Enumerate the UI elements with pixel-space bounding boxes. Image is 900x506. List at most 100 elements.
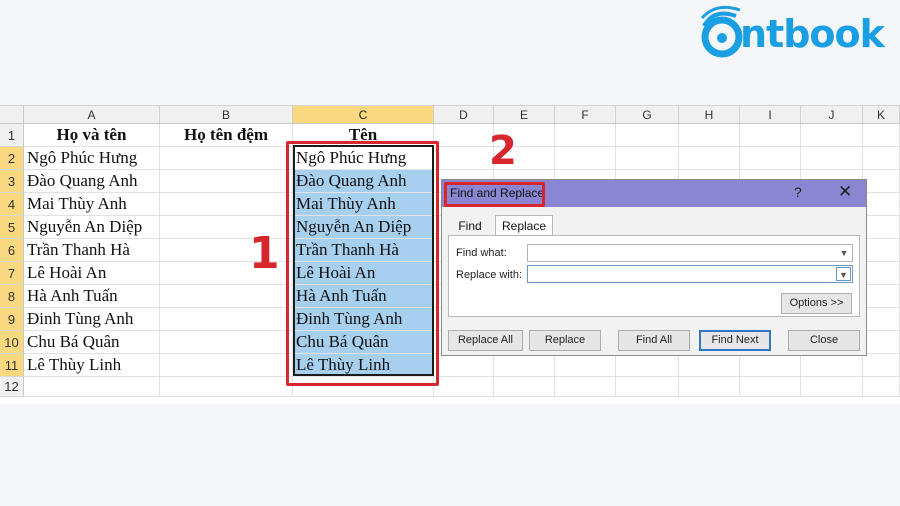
cell-k7[interactable] xyxy=(863,262,900,285)
cell-a4[interactable]: Mai Thùy Anh xyxy=(24,193,160,216)
cell-b8[interactable] xyxy=(160,285,293,308)
row-header-2[interactable]: 2 xyxy=(0,147,24,170)
cell-k3[interactable] xyxy=(863,170,900,193)
cell-j11[interactable] xyxy=(801,354,863,377)
cell-k10[interactable] xyxy=(863,331,900,354)
column-header-i[interactable]: I xyxy=(740,106,801,124)
row-header-3[interactable]: 3 xyxy=(0,170,24,193)
cell-f1[interactable] xyxy=(555,124,616,147)
column-header-g[interactable]: G xyxy=(616,106,679,124)
annotation-box-dialog-title xyxy=(444,182,545,207)
find-all-button[interactable]: Find All xyxy=(618,330,690,351)
cell-a9[interactable]: Đinh Tùng Anh xyxy=(24,308,160,331)
cell-f11[interactable] xyxy=(555,354,616,377)
cell-k6[interactable] xyxy=(863,239,900,262)
cell-k1[interactable] xyxy=(863,124,900,147)
column-header-b[interactable]: B xyxy=(160,106,293,124)
cell-b4[interactable] xyxy=(160,193,293,216)
cell-e12[interactable] xyxy=(494,377,555,397)
cell-k12[interactable] xyxy=(863,377,900,397)
cell-k4[interactable] xyxy=(863,193,900,216)
cell-k2[interactable] xyxy=(863,147,900,170)
cell-i1[interactable] xyxy=(740,124,801,147)
row-header-10[interactable]: 10 xyxy=(0,331,24,354)
row-header-11[interactable]: 11 xyxy=(0,354,24,377)
find-next-button[interactable]: Find Next xyxy=(699,330,771,351)
cell-b2[interactable] xyxy=(160,147,293,170)
replace-with-label: Replace with: xyxy=(456,269,523,281)
row-header-8[interactable]: 8 xyxy=(0,285,24,308)
cell-d2[interactable] xyxy=(434,147,494,170)
cell-h12[interactable] xyxy=(679,377,740,397)
cell-k5[interactable] xyxy=(863,216,900,239)
cell-a8[interactable]: Hà Anh Tuấn xyxy=(24,285,160,308)
cell-g12[interactable] xyxy=(616,377,679,397)
cell-h1[interactable] xyxy=(679,124,740,147)
cell-a1[interactable]: Họ và tên xyxy=(24,124,160,147)
row-header-4[interactable]: 4 xyxy=(0,193,24,216)
cell-a11[interactable]: Lê Thùy Linh xyxy=(24,354,160,377)
column-header-j[interactable]: J xyxy=(801,106,863,124)
cell-a7[interactable]: Lê Hoài An xyxy=(24,262,160,285)
column-header-e[interactable]: E xyxy=(494,106,555,124)
chevron-down-icon[interactable]: ▼ xyxy=(836,267,851,281)
cell-b1[interactable]: Họ tên đệm xyxy=(160,124,293,147)
dialog-close-button[interactable]: Close xyxy=(788,330,860,351)
cell-g11[interactable] xyxy=(616,354,679,377)
row-header-12[interactable]: 12 xyxy=(0,377,24,397)
column-header-d[interactable]: D xyxy=(434,106,494,124)
cell-g1[interactable] xyxy=(616,124,679,147)
cell-f2[interactable] xyxy=(555,147,616,170)
row-header-1[interactable]: 1 xyxy=(0,124,24,147)
row-header-5[interactable]: 5 xyxy=(0,216,24,239)
help-icon[interactable]: ? xyxy=(794,184,802,200)
cell-b10[interactable] xyxy=(160,331,293,354)
cell-a3[interactable]: Đào Quang Anh xyxy=(24,170,160,193)
cell-b12[interactable] xyxy=(160,377,293,397)
cell-k11[interactable] xyxy=(863,354,900,377)
column-header-c[interactable]: C xyxy=(293,106,434,124)
replace-button[interactable]: Replace xyxy=(529,330,601,351)
cell-d12[interactable] xyxy=(434,377,494,397)
cell-a12[interactable] xyxy=(24,377,160,397)
cell-h11[interactable] xyxy=(679,354,740,377)
cell-a6[interactable]: Trần Thanh Hà xyxy=(24,239,160,262)
replace-with-input[interactable]: ▼ xyxy=(527,265,853,283)
find-what-input[interactable]: ▼ xyxy=(527,244,853,262)
replace-all-button[interactable]: Replace All xyxy=(448,330,523,351)
cell-d1[interactable] xyxy=(434,124,494,147)
close-icon[interactable]: ✕ xyxy=(838,182,852,202)
cell-a5[interactable]: Nguyễn An Diệp xyxy=(24,216,160,239)
cell-j2[interactable] xyxy=(801,147,863,170)
cell-j12[interactable] xyxy=(801,377,863,397)
chevron-down-icon[interactable]: ▼ xyxy=(837,246,851,260)
cell-a10[interactable]: Chu Bá Quân xyxy=(24,331,160,354)
cell-g2[interactable] xyxy=(616,147,679,170)
cell-b3[interactable] xyxy=(160,170,293,193)
replace-tab-panel: Find what: ▼ Replace with: ▼ Options >> xyxy=(448,235,860,317)
row-header-7[interactable]: 7 xyxy=(0,262,24,285)
column-header-k[interactable]: K xyxy=(863,106,900,124)
tab-find[interactable]: Find xyxy=(448,217,492,235)
column-header-a[interactable]: A xyxy=(24,106,160,124)
tab-replace[interactable]: Replace xyxy=(495,215,553,236)
cell-i11[interactable] xyxy=(740,354,801,377)
cell-b11[interactable] xyxy=(160,354,293,377)
cell-j1[interactable] xyxy=(801,124,863,147)
cell-i2[interactable] xyxy=(740,147,801,170)
select-all-corner[interactable] xyxy=(0,106,24,124)
cell-h2[interactable] xyxy=(679,147,740,170)
column-header-h[interactable]: H xyxy=(679,106,740,124)
cell-b9[interactable] xyxy=(160,308,293,331)
cell-k8[interactable] xyxy=(863,285,900,308)
row-header-9[interactable]: 9 xyxy=(0,308,24,331)
cell-f12[interactable] xyxy=(555,377,616,397)
cell-e11[interactable] xyxy=(494,354,555,377)
cell-i12[interactable] xyxy=(740,377,801,397)
options-button[interactable]: Options >> xyxy=(781,293,852,314)
cell-a2[interactable]: Ngô Phúc Hưng xyxy=(24,147,160,170)
column-header-f[interactable]: F xyxy=(555,106,616,124)
cell-k9[interactable] xyxy=(863,308,900,331)
cell-d11[interactable] xyxy=(434,354,494,377)
row-header-6[interactable]: 6 xyxy=(0,239,24,262)
